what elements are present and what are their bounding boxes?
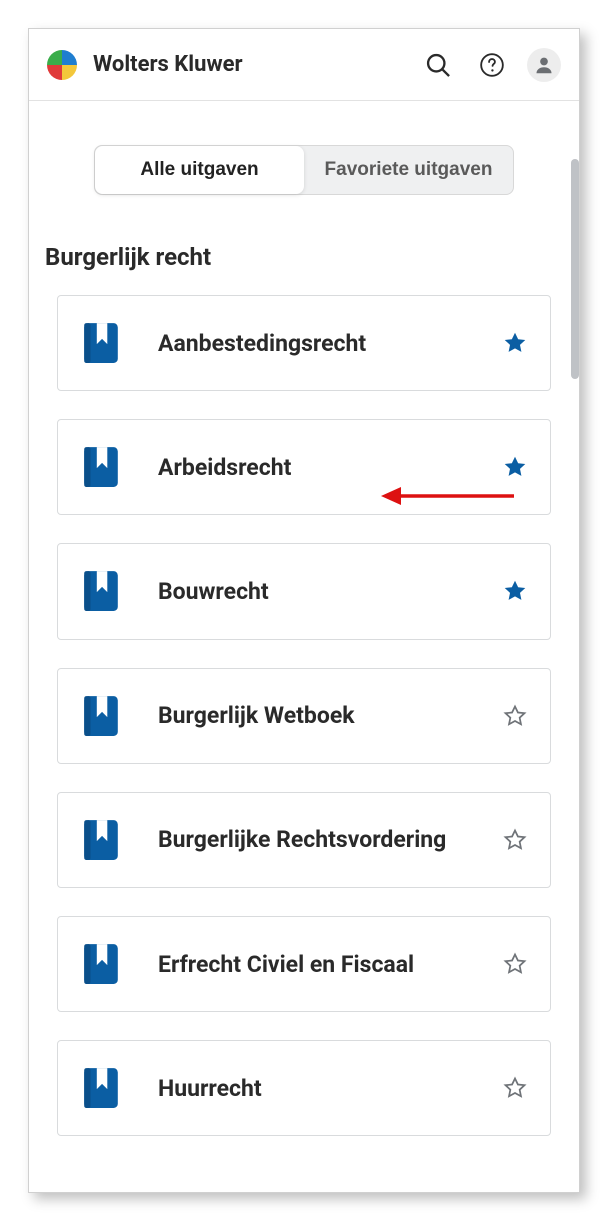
header: Wolters Kluwer <box>29 29 579 101</box>
help-icon[interactable] <box>473 46 511 84</box>
section-title: Burgerlijk recht <box>45 243 551 271</box>
publication-title: Aanbestedingsrecht <box>158 328 466 359</box>
publication-list: Aanbestedingsrecht Arbeidsrecht Bouwrech… <box>57 295 551 1136</box>
book-icon <box>80 444 122 490</box>
publication-card[interactable]: Burgerlijke Rechtsvordering <box>57 792 551 888</box>
brand-logo-icon <box>47 50 77 80</box>
brand-title: Wolters Kluwer <box>93 52 403 77</box>
favorite-star-icon[interactable] <box>502 454 528 480</box>
favorite-star-icon[interactable] <box>502 578 528 604</box>
publication-title: Burgerlijke Rechtsvordering <box>158 824 466 855</box>
favorite-star-icon[interactable] <box>502 1075 528 1101</box>
book-icon <box>80 320 122 366</box>
favorite-star-icon[interactable] <box>502 703 528 729</box>
book-icon <box>80 817 122 863</box>
content: Alle uitgaven Favoriete uitgaven Burgerl… <box>29 101 579 1192</box>
tab-switcher: Alle uitgaven Favoriete uitgaven <box>94 145 514 195</box>
publication-title: Huurrecht <box>158 1073 466 1104</box>
publication-title: Erfrecht Civiel en Fiscaal <box>158 949 466 980</box>
publication-title: Arbeidsrecht <box>158 452 466 483</box>
publication-card[interactable]: Bouwrecht <box>57 543 551 639</box>
tab-all[interactable]: Alle uitgaven <box>95 146 304 194</box>
publication-card[interactable]: Erfrecht Civiel en Fiscaal <box>57 916 551 1012</box>
publication-card[interactable]: Burgerlijk Wetboek <box>57 668 551 764</box>
publication-title: Burgerlijk Wetboek <box>158 700 466 731</box>
book-icon <box>80 693 122 739</box>
scrollbar-thumb[interactable] <box>571 159 579 379</box>
publication-title: Bouwrecht <box>158 576 466 607</box>
publication-card[interactable]: Arbeidsrecht <box>57 419 551 515</box>
publication-card[interactable]: Huurrecht <box>57 1040 551 1136</box>
user-avatar[interactable] <box>527 48 561 82</box>
book-icon <box>80 941 122 987</box>
publication-card[interactable]: Aanbestedingsrecht <box>57 295 551 391</box>
tab-fav[interactable]: Favoriete uitgaven <box>304 146 513 194</box>
search-icon[interactable] <box>419 46 457 84</box>
favorite-star-icon[interactable] <box>502 827 528 853</box>
favorite-star-icon[interactable] <box>502 330 528 356</box>
book-icon <box>80 568 122 614</box>
book-icon <box>80 1065 122 1111</box>
app-frame: Wolters Kluwer Alle uitgaven Favor <box>28 28 580 1193</box>
favorite-star-icon[interactable] <box>502 951 528 977</box>
